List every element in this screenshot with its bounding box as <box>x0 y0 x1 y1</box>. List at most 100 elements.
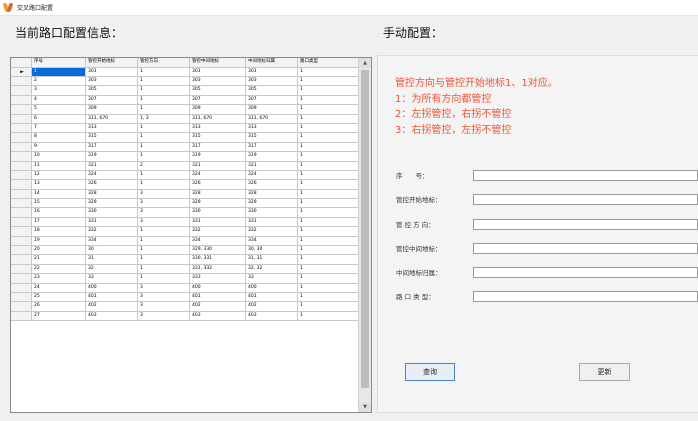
table-cell[interactable]: 1 <box>298 312 359 320</box>
row-header[interactable] <box>11 161 32 170</box>
table-cell[interactable]: 315 <box>246 133 298 142</box>
table-cell[interactable]: 1 <box>298 105 359 113</box>
table-cell[interactable]: 1 <box>298 218 359 226</box>
table-cell[interactable]: 1 <box>298 143 359 151</box>
table-cell[interactable]: 321 <box>190 161 246 170</box>
table-row[interactable]: 16 330 3 330 330 1 <box>11 208 359 218</box>
table-row[interactable]: 3 305 1 305 305 1 <box>11 86 359 96</box>
table-row[interactable]: 6 311, 670 1, 3 311, 670 311, 670 1 <box>11 114 359 124</box>
row-header[interactable] <box>11 274 32 283</box>
table-cell[interactable]: 1 <box>138 274 190 283</box>
grid-vertical-scrollbar[interactable]: ▲ ▼ <box>358 58 371 412</box>
table-cell[interactable]: 402 <box>246 302 298 311</box>
table-row[interactable]: 18 332 1 332 332 1 <box>11 227 359 237</box>
table-cell[interactable]: 315 <box>86 133 138 142</box>
table-cell[interactable]: 329, 330 <box>190 246 246 255</box>
table-cell[interactable]: 1 <box>298 96 359 104</box>
row-header[interactable] <box>11 86 32 95</box>
table-row[interactable]: 23 33 1 333 33 1 <box>11 274 359 284</box>
table-cell[interactable]: 3 <box>138 311 190 321</box>
table-cell[interactable]: 333 <box>190 274 246 283</box>
table-row[interactable]: 5 309 1 309 309 1 <box>11 105 359 115</box>
table-cell[interactable]: 401 <box>246 292 298 302</box>
table-cell[interactable]: 30 <box>86 246 138 255</box>
scrollbar-thumb[interactable] <box>361 70 369 388</box>
row-header[interactable] <box>11 133 32 142</box>
table-cell[interactable]: 9 <box>32 142 86 152</box>
row-header[interactable] <box>11 236 32 246</box>
table-row[interactable]: 17 331 3 331 331 1 <box>11 217 359 228</box>
table-cell[interactable]: 319 <box>246 152 298 161</box>
table-row[interactable]: ► 1 301 1 301 301 1 <box>11 67 359 77</box>
table-cell[interactable]: 3 <box>138 302 190 311</box>
table-cell[interactable]: 313 <box>246 123 298 133</box>
row-header[interactable] <box>11 217 32 227</box>
serial-input[interactable] <box>472 169 698 181</box>
column-header[interactable]: 路口类型 <box>298 58 359 67</box>
table-cell[interactable]: 6 <box>32 114 86 123</box>
table-cell[interactable]: 321 <box>246 161 298 170</box>
scroll-up-icon[interactable]: ▲ <box>359 58 371 68</box>
table-cell[interactable]: 311, 670 <box>246 114 298 123</box>
config-data-grid[interactable]: 序号 管控开始地标 管控方向 管控中间地标 中间地标归属 路口类型 ► 1 301 1… <box>10 57 372 413</box>
table-cell[interactable]: 1 <box>298 68 359 76</box>
table-row[interactable]: 4 307 1 307 307 1 <box>11 95 359 106</box>
row-header[interactable] <box>11 114 32 123</box>
table-cell[interactable]: 14 <box>32 189 86 199</box>
table-cell[interactable]: 3 <box>138 283 190 292</box>
table-cell[interactable]: 332 <box>86 227 138 236</box>
table-cell[interactable]: 10 <box>32 152 86 161</box>
table-cell[interactable]: 311, 670 <box>190 114 246 123</box>
table-cell[interactable]: 1 <box>138 227 190 236</box>
table-cell[interactable]: 1 <box>138 133 190 142</box>
column-header[interactable]: 中间地标归属 <box>246 58 298 67</box>
row-header[interactable] <box>11 292 32 302</box>
table-cell[interactable]: 331, 332 <box>190 264 246 274</box>
table-cell[interactable]: 3 <box>138 217 190 227</box>
table-cell[interactable]: 1 <box>32 67 86 76</box>
table-cell[interactable]: 1 <box>138 95 190 105</box>
table-cell[interactable]: 1 <box>298 265 359 273</box>
table-cell[interactable]: 5 <box>32 105 86 114</box>
table-cell[interactable]: 403 <box>246 311 298 321</box>
table-row[interactable]: 15 329 3 329 329 1 <box>11 199 359 209</box>
table-cell[interactable]: 1 <box>138 142 190 152</box>
table-cell[interactable]: 330 <box>246 208 298 217</box>
table-row[interactable]: 11 321 2 321 321 1 <box>11 161 359 171</box>
row-header[interactable] <box>11 264 32 274</box>
table-cell[interactable]: 331 <box>246 217 298 227</box>
table-row[interactable]: 10 319 1 319 319 1 <box>11 152 359 162</box>
table-cell[interactable]: 330, 331 <box>190 255 246 264</box>
table-row[interactable]: 14 328 3 328 328 1 <box>11 189 359 200</box>
table-row[interactable]: 8 315 1 315 315 1 <box>11 133 359 143</box>
table-cell[interactable]: 307 <box>246 95 298 105</box>
table-cell[interactable]: 324 <box>86 170 138 180</box>
table-row[interactable]: 21 31 1 330, 331 31, 31 1 <box>11 255 359 265</box>
table-cell[interactable]: 402 <box>190 302 246 311</box>
table-cell[interactable]: 331 <box>86 217 138 227</box>
table-cell[interactable]: 7 <box>32 123 86 133</box>
table-row[interactable]: 19 334 1 334 334 1 <box>11 236 359 247</box>
table-cell[interactable]: 17 <box>32 217 86 227</box>
table-cell[interactable]: 1 <box>298 293 359 301</box>
update-button[interactable]: 更新 <box>579 363 630 381</box>
table-cell[interactable]: 33 <box>86 274 138 283</box>
start-landmark-input[interactable] <box>472 193 698 205</box>
table-cell[interactable]: 403 <box>190 311 246 321</box>
table-cell[interactable]: 331 <box>190 217 246 227</box>
table-cell[interactable]: 303 <box>190 76 246 86</box>
table-cell[interactable]: 1 <box>138 255 190 264</box>
table-cell[interactable]: 332 <box>190 227 246 236</box>
table-cell[interactable]: 328 <box>246 189 298 199</box>
table-cell[interactable]: 305 <box>86 86 138 95</box>
table-cell[interactable]: 3 <box>138 208 190 217</box>
table-cell[interactable]: 309 <box>246 105 298 114</box>
table-cell[interactable]: 1 <box>138 152 190 161</box>
table-cell[interactable]: 27 <box>32 311 86 321</box>
table-cell[interactable]: 1 <box>138 76 190 86</box>
table-cell[interactable]: 401 <box>86 292 138 302</box>
table-cell[interactable]: 3 <box>32 86 86 95</box>
table-cell[interactable]: 11 <box>32 161 86 170</box>
row-header[interactable] <box>11 76 32 86</box>
table-row[interactable]: 24 400 3 400 400 1 <box>11 283 359 293</box>
